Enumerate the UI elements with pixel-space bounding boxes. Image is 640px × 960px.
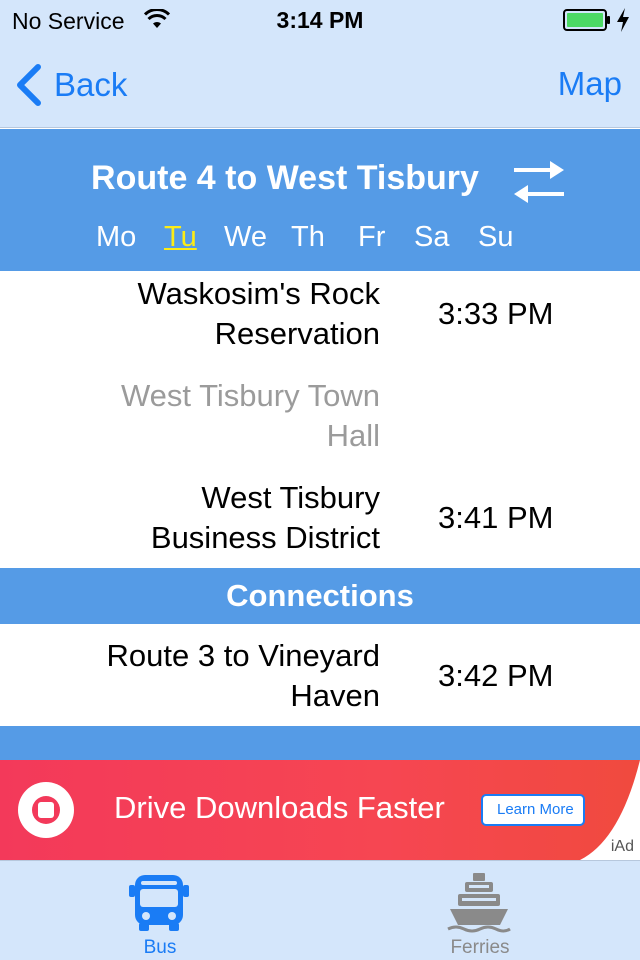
day-sa[interactable]: Sa [414,221,449,254]
back-button[interactable]: Back [14,62,127,108]
bus-icon [129,875,189,931]
stop-name: West Tisbury Business District [40,478,380,558]
stop-time: 3:33 PM [438,296,554,331]
battery-icon [563,9,610,31]
stop-row[interactable]: West Tisbury Town Hall [0,374,640,476]
connection-row[interactable]: Route 3 to Vineyard Haven 3:42 PM [0,624,640,726]
back-label: Back [54,66,128,103]
map-button[interactable]: Map [558,65,622,103]
route-header: Route 4 to West Tisbury Mo Tu We Th Fr S… [0,129,640,271]
ferry-icon [447,873,511,933]
route-title: Route 4 to West Tisbury [91,159,479,197]
tab-bus-label: Bus [143,937,177,958]
stop-name: Waskosim's Rock Reservation [40,274,380,354]
stop-row[interactable]: Waskosim's Rock Reservation 3:33 PM [0,272,640,374]
connections-header: Connections [0,568,640,624]
blue-band-footer [0,726,640,760]
iad-badge: iAd [608,838,636,856]
connections-title: Connections [226,578,414,613]
stop-name-line: Reservation [214,316,380,351]
tab-bar: Bus Ferries [0,860,640,960]
day-tu[interactable]: Tu [164,221,197,254]
stop-time: 3:41 PM [438,500,554,535]
day-th[interactable]: Th [291,221,325,254]
stop-name-line: Business District [150,520,380,555]
status-bar: No Service 3:14 PM [0,0,640,40]
stop-name-line: Hall [326,418,380,453]
connection-name-line: Route 3 to Vineyard [106,638,380,673]
day-we[interactable]: We [224,221,267,254]
stop-name: West Tisbury Town Hall [40,376,380,456]
ad-banner[interactable]: Drive Downloads Faster Learn More iAd [0,760,640,860]
stop-name-line: West Tisbury Town [120,378,380,413]
connection-time: 3:42 PM [438,658,554,693]
navigation-bar: Back Map [0,40,640,128]
day-su[interactable]: Su [478,221,513,254]
stop-name-line: Waskosim's Rock [137,276,380,311]
stop-row[interactable]: West Tisbury Business District 3:41 PM [0,476,640,568]
stop-name-line: West Tisbury [201,480,380,515]
learn-more-button[interactable]: Learn More [481,794,585,826]
connection-name-line: Haven [290,678,380,713]
status-time: 3:14 PM [276,7,364,33]
day-fr[interactable]: Fr [358,221,385,254]
tab-bus[interactable]: Bus [0,861,320,960]
day-mo[interactable]: Mo [96,221,136,254]
charging-bolt-icon [617,8,629,32]
top-chrome: No Service 3:14 PM Back Map [0,0,640,128]
chevron-left-icon [17,64,41,106]
ad-app-icon [18,782,74,838]
tab-ferries[interactable]: Ferries [320,861,640,960]
swap-direction-icon[interactable] [510,157,568,207]
connection-name: Route 3 to Vineyard Haven [40,636,380,716]
tab-ferries-label: Ferries [450,937,510,958]
ad-headline: Drive Downloads Faster [114,790,445,825]
